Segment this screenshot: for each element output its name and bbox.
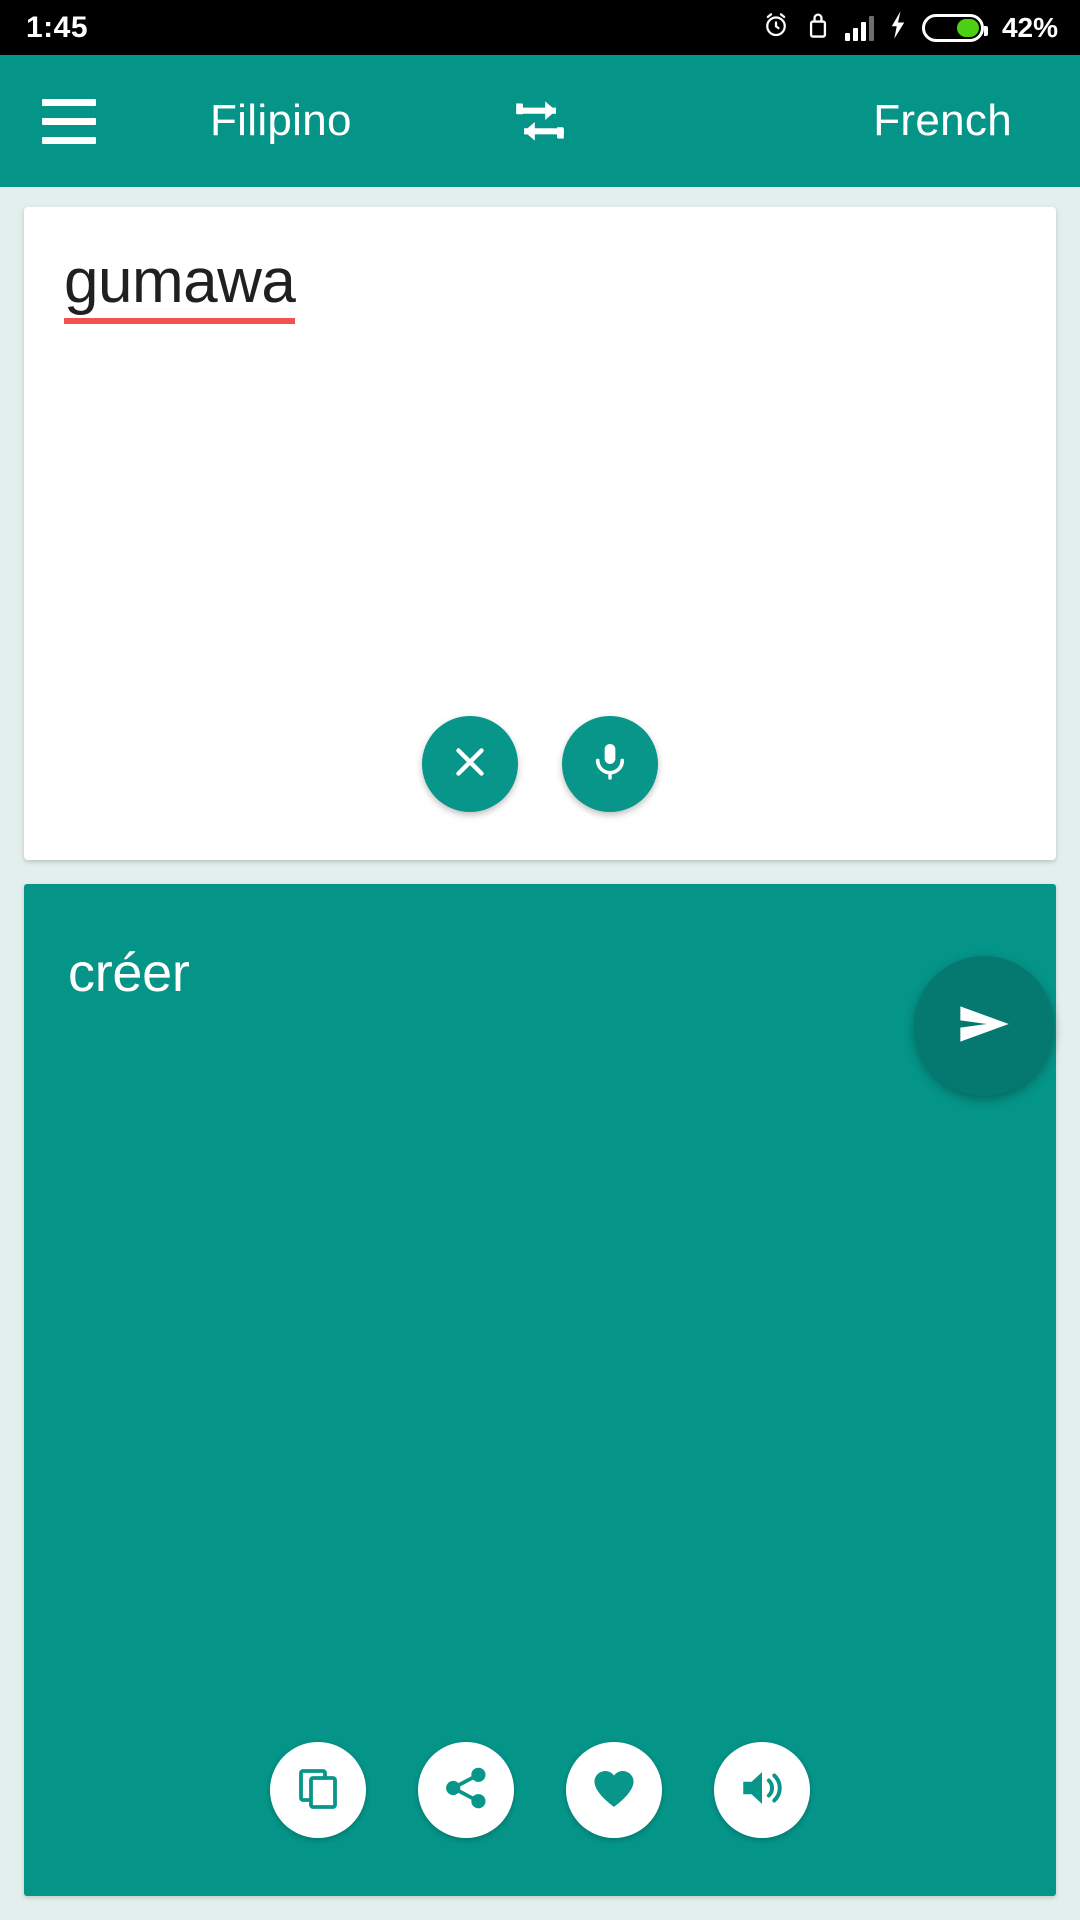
share-button[interactable] [418, 1742, 514, 1838]
voice-input-button[interactable] [562, 716, 658, 812]
source-text-card: gumawa [24, 207, 1056, 860]
source-action-buttons [24, 716, 1056, 812]
translation-text-area[interactable]: créer [24, 884, 1056, 1004]
alarm-icon [761, 10, 791, 45]
close-icon [447, 739, 493, 790]
send-button[interactable] [914, 956, 1054, 1096]
swap-languages-icon[interactable] [503, 84, 577, 158]
translation-result-card: créer [24, 884, 1056, 1896]
battery-percent-label: 42% [1001, 11, 1058, 43]
clear-button[interactable] [422, 716, 518, 812]
microphone-icon [587, 739, 633, 790]
translation-text: créer [68, 943, 190, 1003]
signal-icon [844, 15, 874, 41]
target-language-selector[interactable]: French [873, 96, 1012, 146]
source-text[interactable]: gumawa [64, 248, 296, 324]
status-icons: 42% [761, 10, 1058, 45]
speaker-icon [737, 1763, 787, 1818]
heart-icon [589, 1763, 639, 1818]
share-icon [442, 1764, 490, 1817]
lock-icon [805, 10, 831, 45]
source-input-area[interactable]: gumawa [24, 207, 1056, 324]
source-language-selector[interactable]: Filipino [210, 96, 352, 146]
send-icon [951, 991, 1017, 1062]
translation-action-buttons [24, 1742, 1056, 1838]
speak-button[interactable] [714, 1742, 810, 1838]
copy-button[interactable] [270, 1742, 366, 1838]
hamburger-menu-icon[interactable] [42, 98, 96, 144]
copy-icon [294, 1764, 342, 1817]
charging-bolt-icon [888, 10, 908, 45]
status-time: 1:45 [26, 10, 89, 44]
favorite-button[interactable] [566, 1742, 662, 1838]
battery-icon [921, 13, 988, 42]
status-bar: 1:45 42% [0, 0, 1080, 55]
app-bar: Filipino French [0, 55, 1080, 187]
